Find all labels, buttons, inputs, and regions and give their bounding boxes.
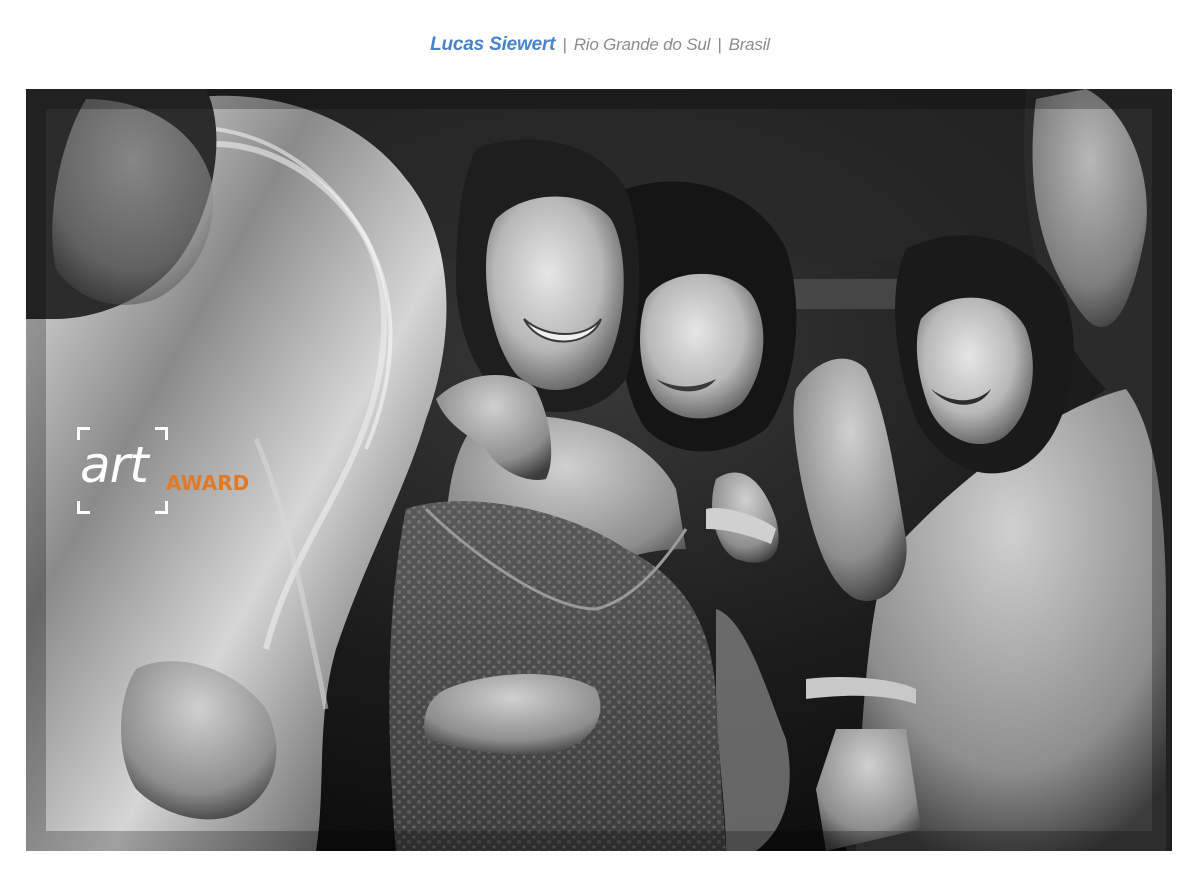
badge-corner	[77, 501, 90, 514]
badge-award-text: AWARD	[166, 471, 250, 495]
photographer-name: Lucas Siewert	[430, 34, 556, 55]
caption-country: Brasil	[728, 35, 771, 54]
photo-caption: Lucas Siewert | Rio Grande do Sul | Bras…	[0, 33, 1200, 57]
caption-region: Rio Grande do Sul	[573, 35, 711, 54]
badge-corner	[155, 501, 168, 514]
caption-separator: |	[717, 35, 722, 54]
badge-corner	[155, 427, 168, 440]
badge-art-text: art	[80, 436, 149, 494]
art-award-badge: art AWARD	[77, 427, 250, 515]
caption-separator: |	[562, 35, 567, 54]
